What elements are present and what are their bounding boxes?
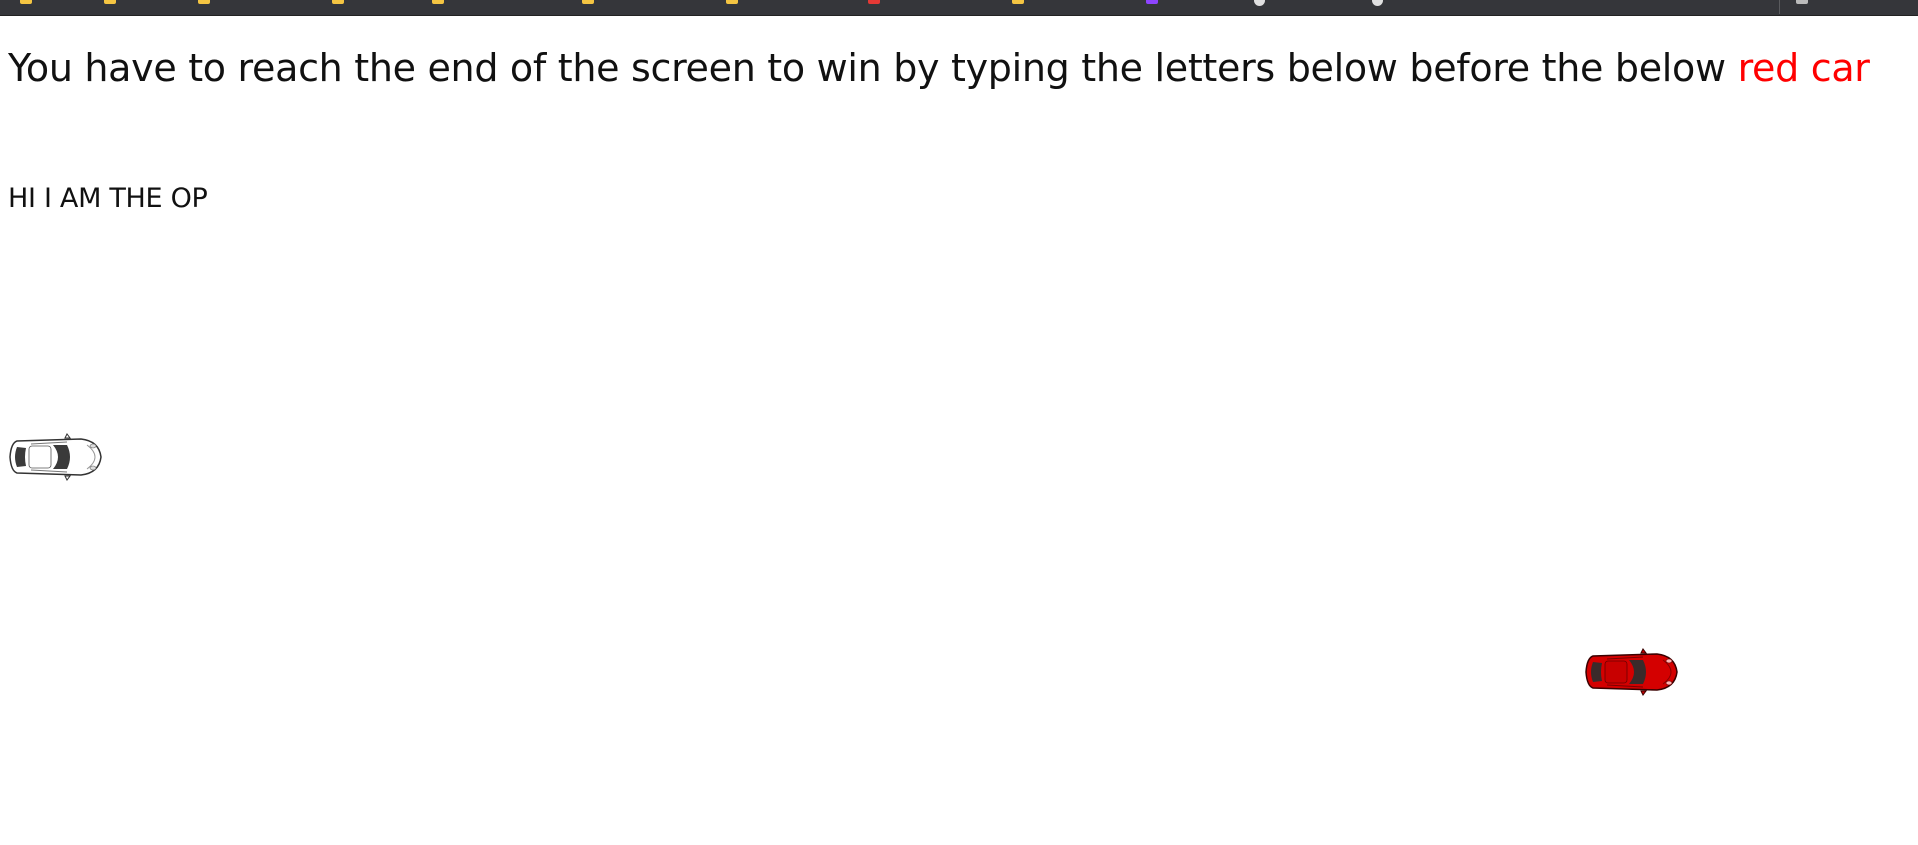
game-instructions: You have to reach the end of the screen … (8, 46, 1870, 90)
bookmark-folder-icon[interactable] (726, 0, 738, 4)
bookmark-favicon-icon[interactable] (1372, 0, 1383, 6)
typing-target-text: HI I AM THE OP (8, 183, 208, 214)
bookmark-favicon-icon[interactable] (1146, 0, 1158, 4)
bookmark-folder-icon[interactable] (432, 0, 444, 4)
bookmarks-separator (1779, 0, 1780, 14)
bookmark-favicon-icon[interactable] (868, 0, 880, 4)
white-car-icon (9, 433, 102, 481)
red-car-highlight: red car (1737, 46, 1870, 90)
apps-icon[interactable] (20, 0, 32, 4)
instructions-text: You have to reach the end of the screen … (8, 46, 1738, 90)
bookmark-folder-icon[interactable] (332, 0, 344, 4)
other-bookmarks-icon[interactable] (1796, 0, 1808, 4)
bookmark-folder-icon[interactable] (104, 0, 116, 4)
bookmark-folder-icon[interactable] (1012, 0, 1024, 4)
bookmark-folder-icon[interactable] (582, 0, 594, 4)
bookmark-folder-icon[interactable] (198, 0, 210, 4)
bookmark-favicon-icon[interactable] (1254, 0, 1265, 6)
bookmarks-bar (0, 0, 1918, 16)
red-car-icon (1585, 648, 1678, 696)
